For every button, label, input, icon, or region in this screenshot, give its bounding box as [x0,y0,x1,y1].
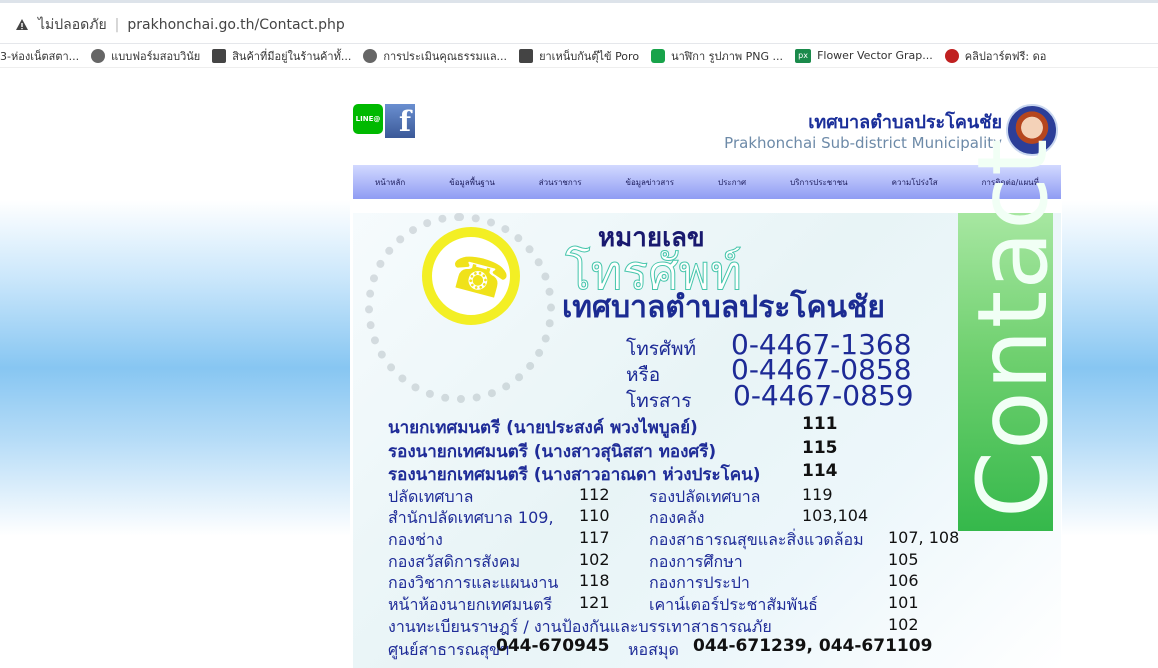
office-extension: 110 [579,506,610,525]
tab-strip-edge [0,0,1158,3]
banner-heading-org: เทศบาลตำบลประโคนชัย [562,290,885,325]
browser-toolbar: ไม่ปลอดภัย | prakhonchai.go.th/Contact.p… [0,0,1158,44]
bookmark-item[interactable]: สินค้าที่มีอยู่ในร้านค้าทั้... [212,47,351,65]
nav-item-services[interactable]: บริการประชาชน [788,176,850,189]
office-extension: 103,104 [802,506,869,525]
office-extension: 105 [888,550,919,569]
bookmark-item[interactable]: การประเมินคุณธรรมแล... [363,47,507,65]
globe-icon [363,48,378,63]
bookmark-item[interactable]: คลิปอาร์ตฟรี: ดอ [944,47,1047,65]
office-extension: 101 [888,593,919,612]
office-extension: 112 [579,485,610,504]
library-label: หอสมุด [628,640,679,659]
bookmark-item[interactable]: 3-ห่องเน็ตสตา... [0,47,79,65]
main-nav: หน้าหลัก ข้อมูลพื้นฐาน ส่วนราชการ ข้อมูล… [353,165,1061,199]
globe-icon [91,48,106,63]
bookmark-favicon-icon [651,48,666,63]
page-background-right [1062,68,1158,668]
nav-item-departments[interactable]: ส่วนราชการ [537,176,584,189]
bookmark-label: ยาเหน็บกันตุ๊ไข้ Poro [539,49,640,63]
library-numbers: 044-671239, 044-671109 [693,636,933,656]
bookmark-favicon-icon [519,48,534,63]
bookmark-favicon-icon [944,48,959,63]
office-extension: 121 [579,593,610,612]
px-icon: px [795,48,812,63]
bookmarks-bar: 3-ห่องเน็ตสตา... แบบฟอร์มสอบวินัย สินค้า… [0,44,1158,68]
health-center-number: 044-670945 [496,636,610,656]
bookmark-label: Flower Vector Grap... [817,49,933,62]
nav-item-home[interactable]: หน้าหลัก [373,176,407,189]
bookmark-label: สินค้าที่มีอยู่ในร้านค้าทั้... [232,49,352,63]
bookmark-label: แบบฟอร์มสอบวินัย [111,49,201,63]
deputy-mayor-1-extension: 115 [802,438,838,458]
deputy-mayor-2-extension: 114 [802,461,838,481]
fax-label: โทรสาร [626,390,692,412]
bookmark-item[interactable]: px Flower Vector Grap... [795,48,933,63]
bookmark-item[interactable]: แบบฟอร์มสอบวินัย [91,47,200,65]
office-extension: 102 [579,550,610,569]
web-page: LINE@ f เทศบาลตำบลประโคนชัย Prakhonchai … [0,68,1158,668]
bookmark-label: 3-ห่องเน็ตสตา... [0,49,80,63]
bookmark-item[interactable]: ยาเหน็บกันตุ๊ไข้ Poro [519,47,639,65]
brand-title-thai: เทศบาลตำบลประโคนชัย [808,112,1002,133]
office-extension: 118 [579,571,610,590]
registration-extension: 102 [888,615,919,634]
bookmark-label: การประเมินคุณธรรมแล... [383,49,508,63]
social-links: LINE@ f [353,104,415,138]
warning-icon [14,17,30,33]
office-extension: 117 [579,528,610,547]
office-extension: 119 [802,485,833,504]
nav-item-news[interactable]: ข้อมูลข่าวสาร [623,176,676,189]
fax-number: 0-4467-0859 [733,379,914,412]
folder-icon [212,48,227,63]
facebook-button[interactable]: f [385,104,415,138]
contact-banner: ☎ Contact หมายเลข โทรศัพท์ เทศบาลตำบลประ… [353,138,1069,668]
office-extension: 106 [888,571,919,590]
line-label: LINE@ [355,115,381,123]
office-extension: 107, 108 [888,528,960,547]
deputy-mayor-2-label: รองนายกเทศมนตรี (นางสาวอาณดา ห่วงประโคน) [388,465,761,485]
bookmark-label: นาฬิกา รูปภาพ PNG ... [671,49,784,63]
site-container: LINE@ f เทศบาลตำบลประโคนชัย Prakhonchai … [350,68,1069,668]
address-separator: | [114,17,120,33]
contact-word: Contact [957,137,1069,519]
mayor-extension: 111 [802,414,838,434]
url-text[interactable]: prakhonchai.go.th/Contact.php [127,17,344,33]
health-center-label: ศูนย์สาธารณสุขฯ [388,640,510,659]
nav-item-transparency[interactable]: ความโปร่งใส [890,176,940,189]
mayor-label: นายกเทศมนตรี (นายประสงค์ พวงไพบูลย์) [388,418,698,438]
address-bar[interactable]: ไม่ปลอดภัย | prakhonchai.go.th/Contact.p… [14,14,345,36]
security-label[interactable]: ไม่ปลอดภัย [38,14,107,36]
line-button[interactable]: LINE@ [353,104,383,134]
nav-item-announcements[interactable]: ประกาศ [716,176,748,189]
page-background-left [0,68,350,668]
facebook-icon: f [398,105,411,138]
nav-item-basic-info[interactable]: ข้อมูลพื้นฐาน [447,176,497,189]
bookmark-item[interactable]: นาฬิกา รูปภาพ PNG ... [651,47,783,65]
bookmark-label: คลิปอาร์ตฟรี: ดอ [964,49,1047,63]
